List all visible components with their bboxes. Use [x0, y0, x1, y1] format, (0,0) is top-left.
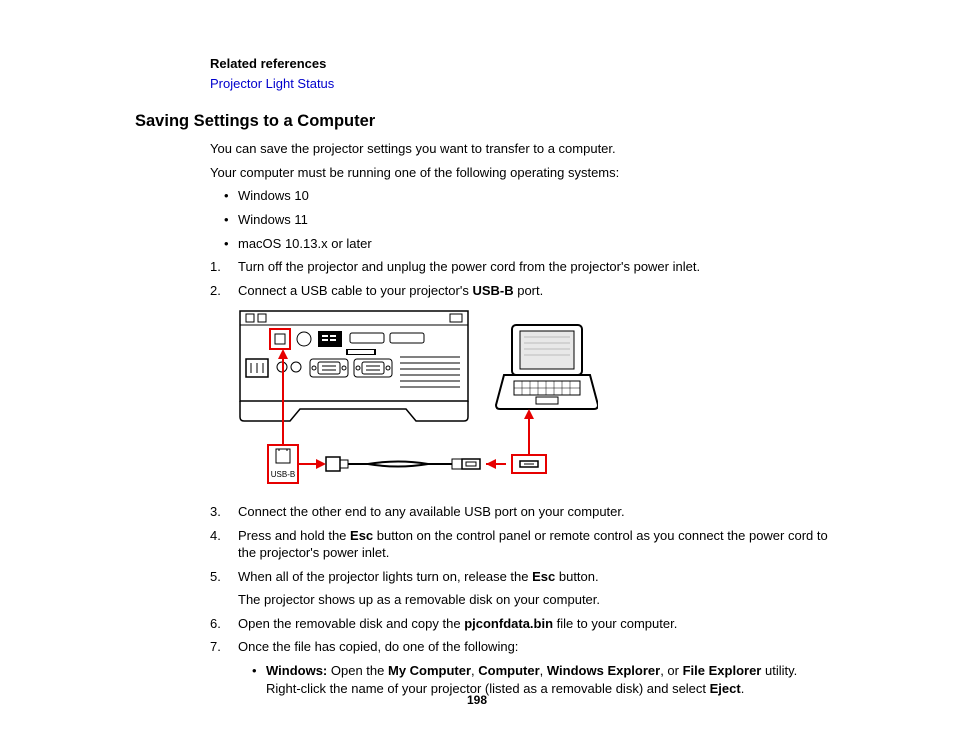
- os-item: Windows 11: [224, 211, 835, 229]
- laptop-icon: [496, 325, 598, 409]
- step-text-bold: Esc: [350, 528, 373, 543]
- step-text-post: port.: [514, 283, 544, 298]
- sub-sep2: ,: [540, 663, 547, 678]
- step-6: Open the removable disk and copy the pjc…: [210, 615, 835, 633]
- step-text-bold: pjconfdata.bin: [464, 616, 553, 631]
- step-text-bold: USB-B: [472, 283, 513, 298]
- intro-paragraph-2: Your computer must be running one of the…: [210, 164, 835, 182]
- page: Related references Projector Light Statu…: [0, 0, 954, 738]
- section-heading: Saving Settings to a Computer: [135, 110, 835, 132]
- content-block: Related references Projector Light Statu…: [135, 55, 835, 703]
- step-text-pre: When all of the projector lights turn on…: [238, 569, 532, 584]
- page-number: 198: [0, 692, 954, 708]
- intro-paragraph-1: You can save the projector settings you …: [210, 140, 835, 158]
- os-item: macOS 10.13.x or later: [224, 235, 835, 253]
- sub-b3: Windows Explorer: [547, 663, 660, 678]
- step-3: Connect the other end to any available U…: [210, 503, 835, 521]
- related-link-projector-light-status[interactable]: Projector Light Status: [210, 75, 835, 93]
- step-text: Once the file has copied, do one of the …: [238, 639, 518, 654]
- step-text-bold: Esc: [532, 569, 555, 584]
- section-body: You can save the projector settings you …: [210, 140, 835, 697]
- sub-sep3: , or: [660, 663, 682, 678]
- step-2: Connect a USB cable to your projector's …: [210, 282, 835, 490]
- sub-b1: My Computer: [388, 663, 471, 678]
- steps-list: Turn off the projector and unplug the po…: [210, 258, 835, 697]
- step-5: When all of the projector lights turn on…: [210, 568, 835, 609]
- step-text-post: file to your computer.: [553, 616, 677, 631]
- step-text: Turn off the projector and unplug the po…: [238, 259, 700, 274]
- sub-label: Windows:: [266, 663, 327, 678]
- sub-pre: Open the: [327, 663, 388, 678]
- os-list: Windows 10 Windows 11 macOS 10.13.x or l…: [210, 187, 835, 252]
- usb-b-label: USB-B: [271, 470, 295, 479]
- step-4: Press and hold the Esc button on the con…: [210, 527, 835, 562]
- step-5-continuation: The projector shows up as a removable di…: [238, 591, 835, 609]
- usb-cable: [298, 457, 506, 471]
- sub-b4: File Explorer: [683, 663, 762, 678]
- sub-b2: Computer: [478, 663, 539, 678]
- step-7: Once the file has copied, do one of the …: [210, 638, 835, 697]
- step-text-pre: Press and hold the: [238, 528, 350, 543]
- connection-figure: USB-B: [238, 309, 598, 489]
- os-item: Windows 10: [224, 187, 835, 205]
- related-references-heading: Related references: [210, 55, 835, 73]
- step-text-pre: Connect a USB cable to your projector's: [238, 283, 472, 298]
- step-1: Turn off the projector and unplug the po…: [210, 258, 835, 276]
- step-text-post: button.: [555, 569, 598, 584]
- step-text-pre: Open the removable disk and copy the: [238, 616, 464, 631]
- step-text: Connect the other end to any available U…: [238, 504, 625, 519]
- usb-a-callout: [512, 409, 546, 473]
